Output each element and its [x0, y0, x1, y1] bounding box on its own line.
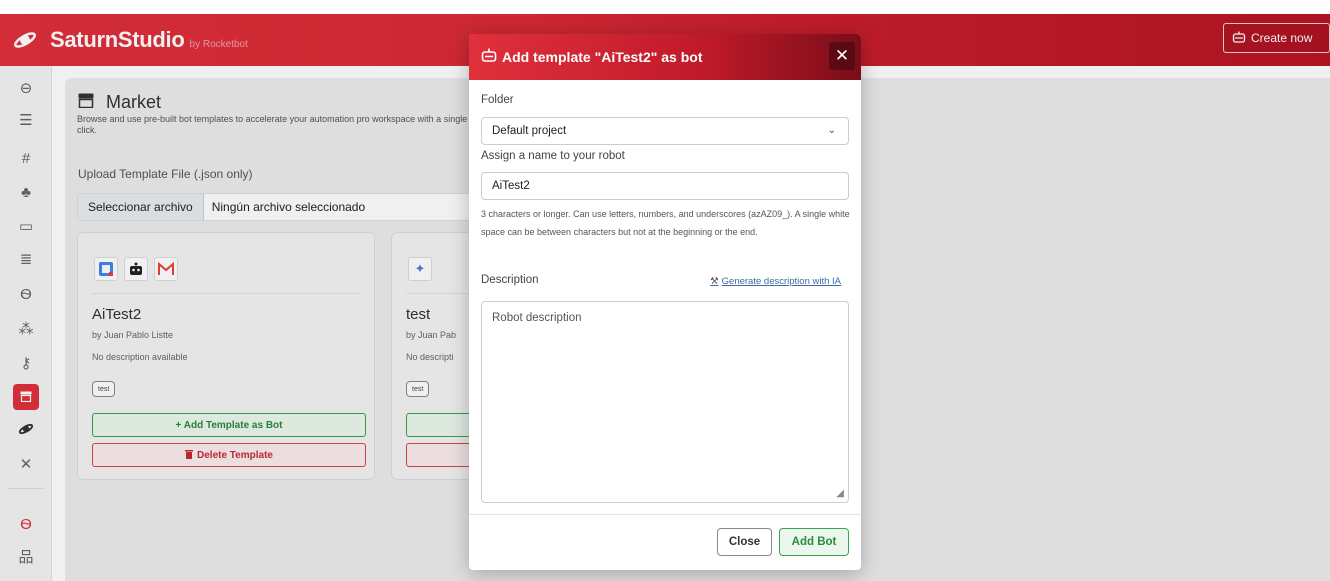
name-label: Assign a name to your robot — [481, 150, 625, 162]
resize-handle-icon[interactable]: ◢ — [836, 488, 844, 499]
name-help-text: 3 characters or longer. Can use letters,… — [481, 209, 850, 237]
close-icon[interactable]: ✕ — [829, 42, 855, 70]
generate-description-label: Generate description with IA — [721, 276, 841, 287]
magic-wand-icon: ⚒ — [710, 276, 719, 287]
folder-select[interactable]: Default project ⌄ — [481, 117, 849, 145]
generate-description-link[interactable]: ⚒ Generate description with IA — [710, 276, 841, 287]
robot-icon — [481, 48, 497, 67]
modal-header: Add template "AiTest2" as bot — [469, 34, 861, 80]
description-label: Description — [481, 274, 539, 286]
chevron-down-icon: ⌄ — [827, 125, 836, 136]
folder-label: Folder — [481, 94, 514, 106]
close-button[interactable]: Close — [717, 528, 772, 556]
description-textarea[interactable]: Robot description ◢ — [481, 301, 849, 503]
modal-footer-divider — [469, 514, 861, 515]
robot-name-value: AiTest2 — [492, 180, 530, 192]
folder-value: Default project — [492, 125, 567, 137]
add-bot-button[interactable]: Add Bot — [779, 528, 849, 556]
description-placeholder: Robot description — [492, 312, 582, 324]
robot-name-input[interactable]: AiTest2 — [481, 172, 849, 200]
modal-title: Add template "AiTest2" as bot — [502, 49, 703, 65]
add-template-modal: Add template "AiTest2" as bot ✕ Folder D… — [469, 34, 861, 570]
